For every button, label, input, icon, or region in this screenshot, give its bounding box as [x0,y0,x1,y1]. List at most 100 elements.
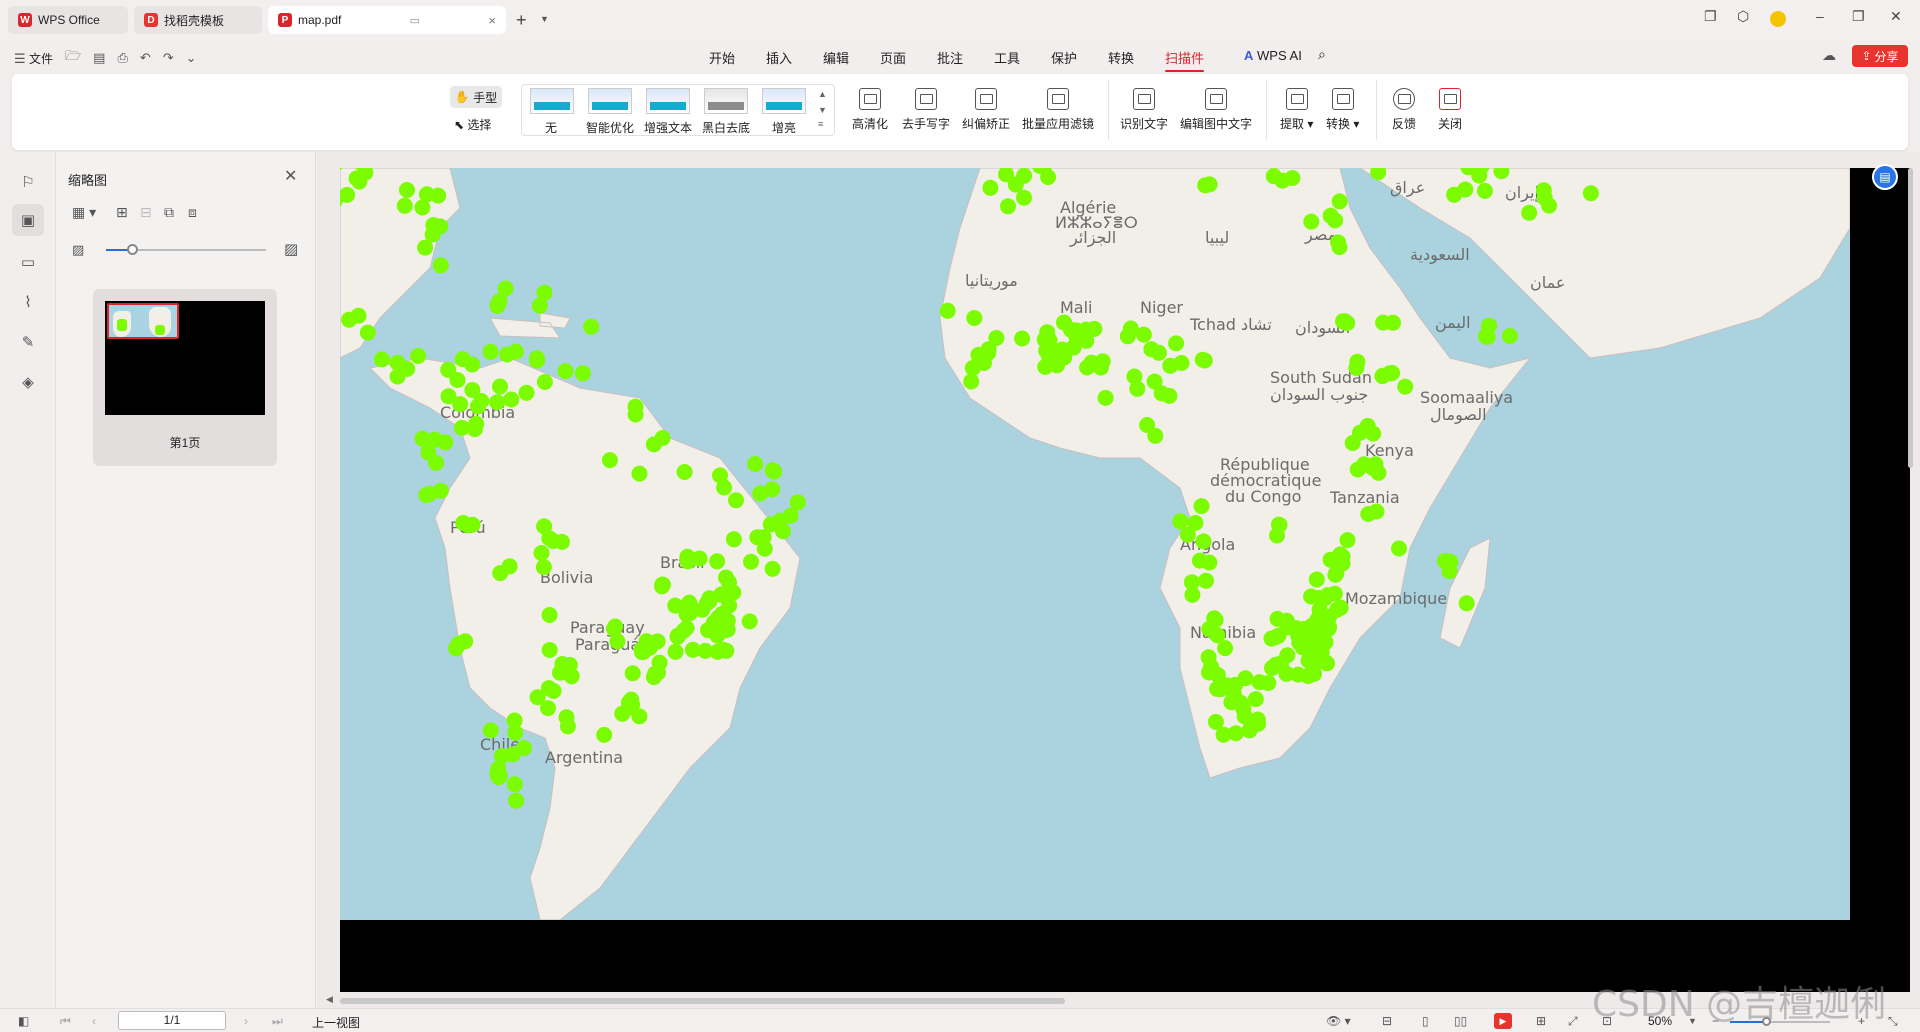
window-layout-icon[interactable]: ❐ [1704,8,1717,25]
delete-page-icon[interactable]: ⊟ [140,204,152,221]
bookmark-icon[interactable]: ⚐ [18,172,38,192]
next-page-icon[interactable]: › [244,1014,248,1028]
prev-page-icon[interactable]: ‹ [92,1014,96,1028]
eye-icon[interactable]: 👁 ▾ [1326,1014,1351,1028]
close-tab-icon[interactable]: × [488,13,496,28]
restore-icon[interactable]: ❐ [1852,8,1865,25]
chevron-down-icon[interactable]: ⌄ [186,50,197,66]
two-page-icon[interactable]: ▯▯ [1454,1014,1467,1028]
search-icon[interactable]: ⌕ [1318,46,1326,63]
close-panel-icon[interactable]: ✕ [284,166,297,186]
single-page-icon[interactable]: ▯ [1422,1014,1429,1028]
attachment-icon[interactable]: ⌇ [18,292,38,312]
replace-page-icon[interactable]: ⧈ [188,204,197,221]
filter-brighten-thumb[interactable] [762,88,806,114]
tab-wps-office[interactable]: W WPS Office [8,6,128,34]
hd-button[interactable]: 高清化 [852,88,888,132]
tab-edit[interactable]: 编辑 [823,48,849,67]
map-data-point [1303,213,1320,230]
scroll-left-icon[interactable]: ◀ [326,994,333,1005]
tab-scan[interactable]: 扫描件 [1165,48,1205,72]
print-icon[interactable]: ⎙ [117,50,127,66]
map-data-point [1335,313,1351,330]
chevron-down-icon[interactable]: ▼ [540,14,549,24]
filter-label: 智能优化 [586,121,635,135]
close-window-icon[interactable]: ✕ [1890,8,1902,25]
insert-page-icon[interactable]: ⊞ [116,204,128,221]
convert-button[interactable]: 转换 ▾ [1326,88,1359,132]
tab-insert[interactable]: 插入 [766,48,792,67]
map-data-point [1458,595,1475,612]
filter-enhance-thumb[interactable] [646,88,690,114]
map-data-point [1349,353,1366,370]
signature-icon[interactable]: ✎ [18,332,38,352]
tab-map-pdf[interactable]: P map.pdf ▭ × [268,6,506,34]
select-tool-button[interactable]: ⬉ 选择 [454,116,491,133]
map-data-point [654,578,670,595]
chevron-down-icon[interactable]: ▼ [818,105,827,115]
slider-knob[interactable] [127,244,138,255]
first-page-icon[interactable]: ⏮ [60,1014,71,1029]
vertical-scrollbar[interactable] [1908,168,1913,468]
fit-width-icon[interactable]: ⊟ [1382,1014,1392,1028]
tab-docer-templates[interactable]: D 找稻壳模板 [134,6,262,34]
page-thumbnail[interactable]: 第1页 [93,289,277,466]
share-button[interactable]: ⇪ 分享 [1852,45,1908,67]
expand-gallery-icon[interactable]: ≡ [818,119,823,129]
user-avatar-icon[interactable] [1770,11,1786,27]
minimize-icon[interactable]: – [1816,8,1824,24]
tab-page[interactable]: 页面 [880,48,906,67]
tab-protect[interactable]: 保护 [1051,48,1077,67]
layers-icon[interactable]: ◈ [18,372,38,392]
tab-annotate[interactable]: 批注 [937,48,963,67]
last-page-icon[interactable]: ⏭ [272,1014,283,1029]
monitor-icon[interactable]: ▭ [410,14,420,27]
tab-convert[interactable]: 转换 [1108,48,1134,67]
close-scan-button[interactable]: 关闭 [1438,88,1462,132]
deskew-button[interactable]: 纠偏矫正 [962,88,1010,132]
extract-button[interactable]: 提取 ▾ [1280,88,1313,132]
map-data-point [414,199,431,216]
grid-view-icon[interactable]: ▦ ▾ [72,204,96,221]
close-scan-label: 关闭 [1438,117,1463,131]
tab-start[interactable]: 开始 [709,48,735,67]
filter-none-thumb[interactable] [530,88,574,114]
file-menu[interactable]: ☰ 文件 [14,50,53,67]
fullscreen-icon[interactable]: ⤢ [1568,1014,1578,1029]
filter-label: 无 [545,121,558,135]
map-data-point [747,456,764,472]
map-data-point [1162,357,1179,374]
new-tab-icon[interactable]: + [516,10,527,31]
tab-tools[interactable]: 工具 [994,48,1020,67]
filter-smart-thumb[interactable] [588,88,632,114]
map-label: عراق [1390,178,1425,198]
horizontal-scrollbar[interactable] [340,998,1065,1004]
edit-image-text-button[interactable]: 编辑图中文字 [1180,88,1252,132]
filter-bw-thumb[interactable] [704,88,748,114]
page-number-input[interactable]: 1/1 [118,1011,226,1030]
cube-icon[interactable]: ⬡ [1737,8,1749,25]
extract-page-icon[interactable]: ⧉ [164,204,174,221]
wps-ai-button[interactable]: A WPS AI [1244,48,1302,63]
expand-icon[interactable]: ⤡ [1888,1014,1898,1029]
comment-icon[interactable]: ▭ [18,252,38,272]
previous-view-button[interactable]: 上一视图 [312,1014,360,1031]
thumbnail-panel-icon[interactable]: ▣ [12,204,44,236]
play-icon[interactable]: ▶ [1494,1013,1512,1029]
chevron-up-icon[interactable]: ▲ [818,89,827,99]
hand-tool-button[interactable]: ✋ 手型 [450,86,502,108]
save-icon[interactable]: ▤ [93,50,105,66]
remove-handwriting-button[interactable]: 去手写字 [902,88,950,132]
undo-icon[interactable]: ↶ [140,50,151,66]
cloud-upload-icon[interactable]: ☁ [1822,47,1836,64]
map-data-point [1217,640,1234,657]
open-folder-icon[interactable]: 🗁 [65,47,81,69]
map-data-point [432,257,449,274]
floating-action-icon[interactable]: ▤ [1872,164,1898,190]
ocr-button[interactable]: 识别文字 [1120,88,1168,132]
redo-icon[interactable]: ↷ [163,50,174,66]
batch-filter-button[interactable]: 批量应用滤镜 [1022,88,1094,132]
reading-mode-icon[interactable]: ⊞ [1536,1014,1546,1028]
feedback-button[interactable]: 反馈 [1392,88,1416,132]
sidebar-toggle-icon[interactable]: ◧ [18,1014,29,1028]
